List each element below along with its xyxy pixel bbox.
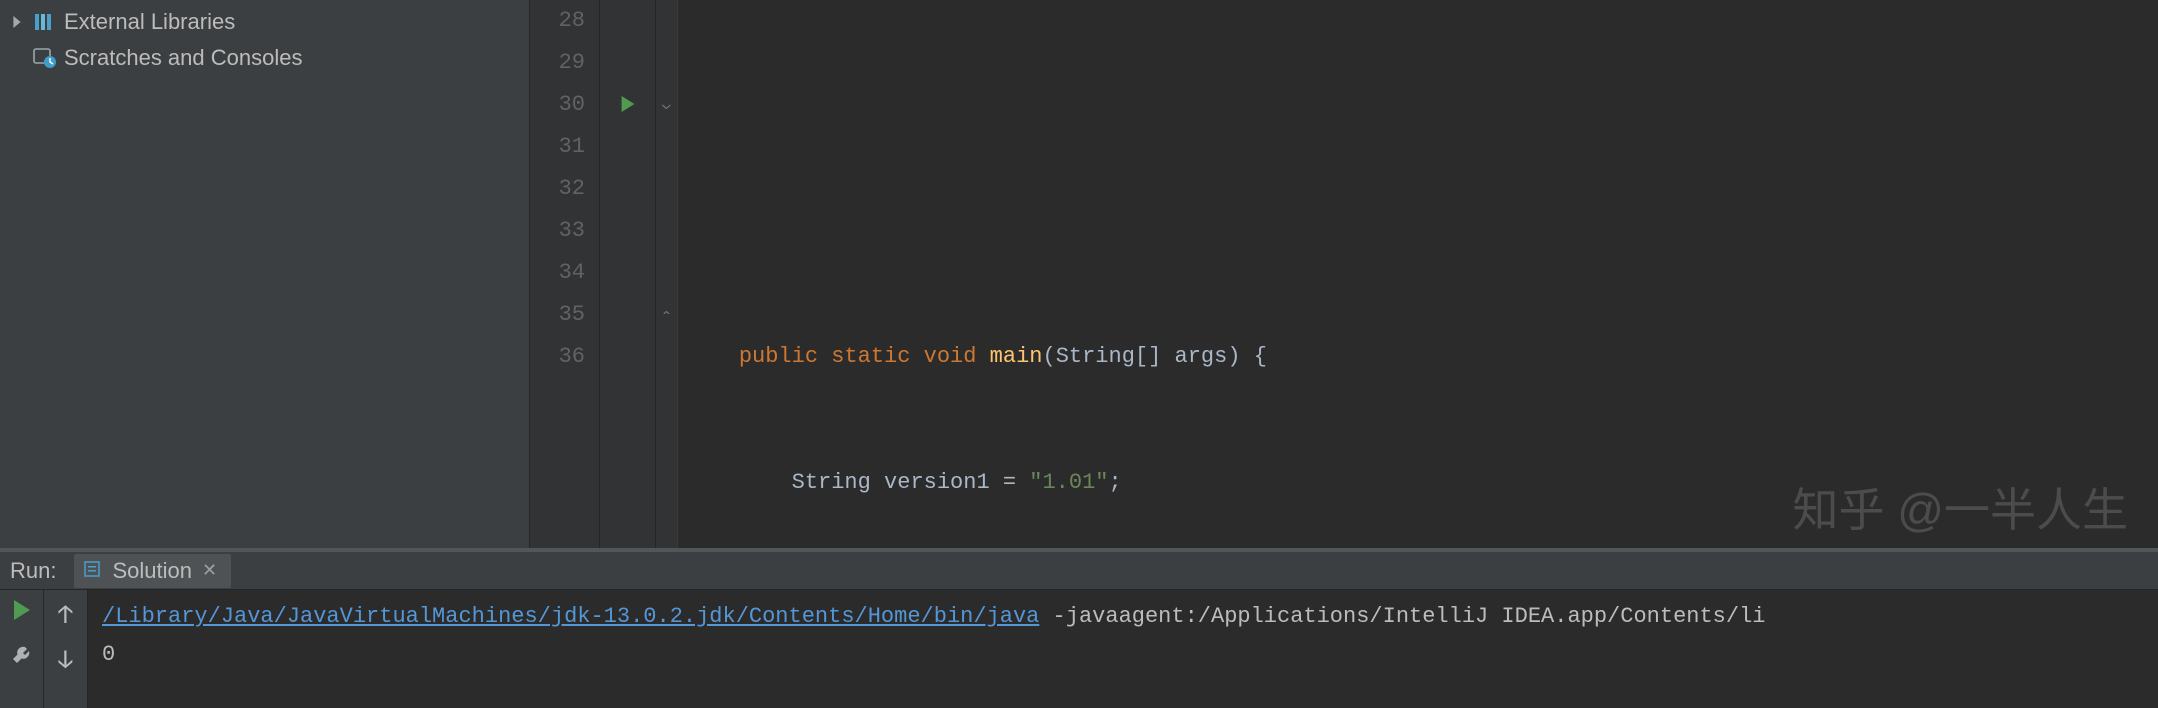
rerun-icon[interactable] xyxy=(12,600,32,625)
editor[interactable]: 28 29 30 31 32 33 34 35 36 ⌄ ⌃ xyxy=(530,0,2158,548)
code-line xyxy=(678,210,2158,252)
run-tab[interactable]: Solution ✕ xyxy=(74,554,231,588)
run-tab-label: Solution xyxy=(112,558,192,584)
line-number: 35 xyxy=(530,294,585,336)
fold-col: ⌄ ⌃ xyxy=(656,0,678,548)
run-label: Run: xyxy=(10,558,56,584)
fold-open-icon[interactable]: ⌄ xyxy=(656,84,677,126)
arrow-up-icon[interactable]: ↑ xyxy=(58,600,72,631)
scratches-icon xyxy=(32,45,58,71)
console[interactable]: /Library/Java/JavaVirtualMachines/jdk-13… xyxy=(88,590,2158,708)
line-number: 31 xyxy=(530,126,585,168)
line-number: 33 xyxy=(530,210,585,252)
run-line-icon[interactable] xyxy=(600,84,655,126)
console-text: -javaagent:/Applications/IntelliJ IDEA.a… xyxy=(1039,604,1765,629)
chevron-right-icon xyxy=(8,13,26,31)
run-toolbar xyxy=(0,590,44,708)
java-path-link[interactable]: /Library/Java/JavaVirtualMachines/jdk-13… xyxy=(102,604,1039,629)
tree-label: Scratches and Consoles xyxy=(64,45,302,71)
wrench-icon[interactable] xyxy=(11,645,33,672)
code-line xyxy=(678,84,2158,126)
run-config-icon xyxy=(84,558,102,584)
tree-item-scratches[interactable]: Scratches and Consoles xyxy=(0,40,529,76)
line-number: 28 xyxy=(530,0,585,42)
line-number: 29 xyxy=(530,42,585,84)
project-tree[interactable]: External Libraries Scratches and Console… xyxy=(0,0,530,548)
line-number: 30 xyxy=(530,84,585,126)
console-output: 0 xyxy=(102,642,115,667)
close-icon[interactable]: ✕ xyxy=(202,560,217,581)
tree-label: External Libraries xyxy=(64,9,235,35)
library-icon xyxy=(32,9,58,35)
run-gutter-col xyxy=(600,0,656,548)
tree-item-external-libraries[interactable]: External Libraries xyxy=(0,4,529,40)
code-area[interactable]: public static void main(String[] args) {… xyxy=(678,0,2158,548)
code-line: public static void main(String[] args) { xyxy=(678,336,2158,378)
line-number: 34 xyxy=(530,252,585,294)
fold-close-icon[interactable]: ⌃ xyxy=(656,294,677,336)
arrow-down-icon[interactable]: ↓ xyxy=(58,645,72,676)
line-number: 36 xyxy=(530,336,585,378)
gutter: 28 29 30 31 32 33 34 35 36 xyxy=(530,0,600,548)
code-line: String version1 = "1.01"; xyxy=(678,462,2158,504)
line-number: 32 xyxy=(530,168,585,210)
run-nav: ↑ ↓ xyxy=(44,590,88,708)
